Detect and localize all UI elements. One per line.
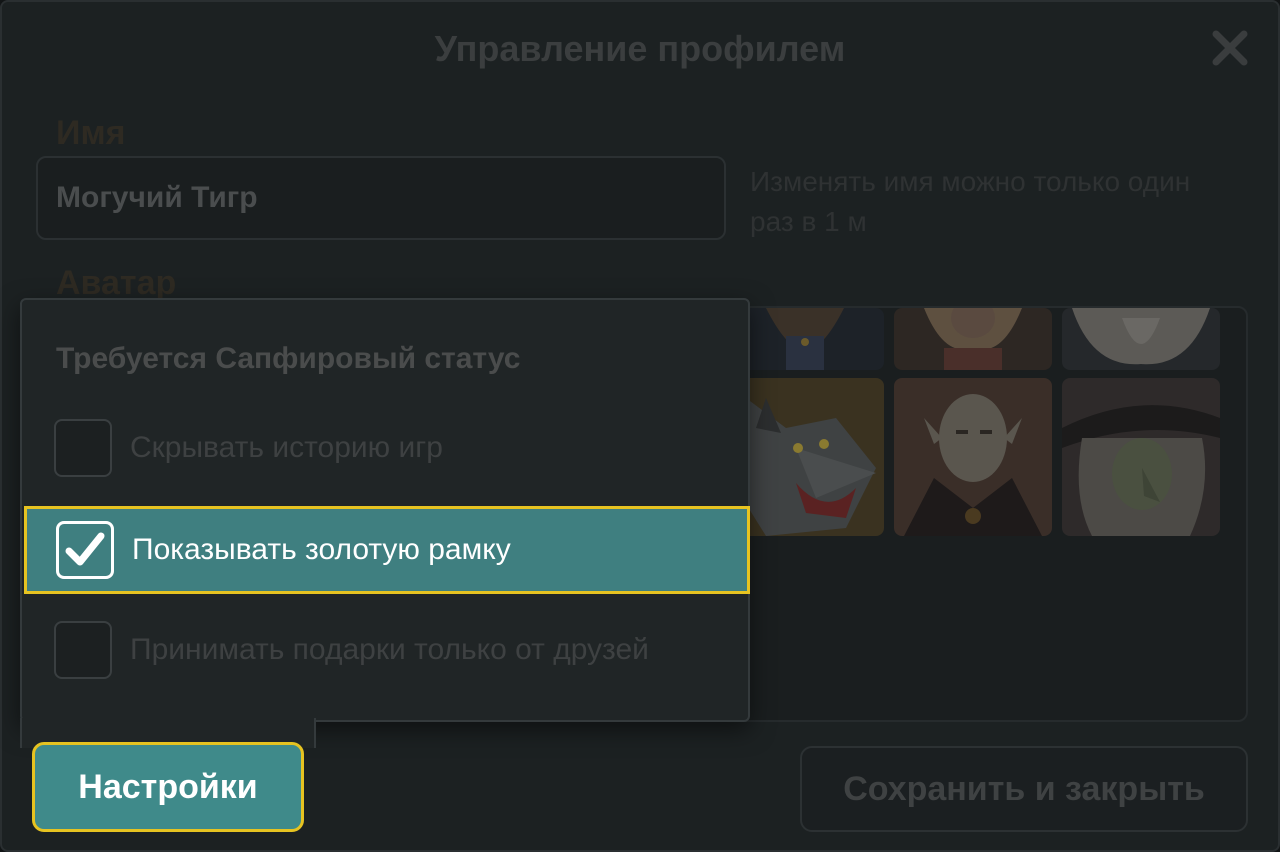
- settings-popup: Требуется Сапфировый статус Скрывать ист…: [20, 298, 750, 722]
- dialog-title: Управление профилем: [434, 28, 846, 69]
- checkbox-gifts-from-friends-only[interactable]: [54, 621, 112, 679]
- checkmark-icon: [65, 532, 105, 566]
- avatar-vampire[interactable]: [894, 378, 1052, 536]
- settings-button[interactable]: Настройки: [32, 742, 304, 832]
- name-input[interactable]: Могучий Тигр: [36, 156, 726, 240]
- save-and-close-button[interactable]: Сохранить и закрыть: [800, 746, 1248, 832]
- name-label: Имя: [56, 114, 126, 152]
- name-value: Могучий Тигр: [56, 181, 258, 214]
- option-label: Показывать золотую рамку: [132, 533, 511, 566]
- option-show-gold-frame[interactable]: Показывать золотую рамку: [24, 506, 750, 594]
- avatar-old-wizard[interactable]: [1062, 308, 1220, 370]
- checkbox-show-gold-frame[interactable]: [56, 521, 114, 579]
- close-icon[interactable]: [1210, 28, 1250, 68]
- option-gifts-from-friends-only[interactable]: Принимать подарки только от друзей: [22, 606, 748, 694]
- checkbox-hide-game-history[interactable]: [54, 419, 112, 477]
- avatar-witch[interactable]: [1062, 378, 1220, 536]
- avatar-woman-blonde[interactable]: [894, 308, 1052, 370]
- option-label: Скрывать историю игр: [130, 431, 443, 464]
- option-hide-game-history[interactable]: Скрывать историю игр: [22, 404, 748, 492]
- name-change-hint: Изменять имя можно только один раз в 1 м: [750, 166, 1191, 237]
- popup-heading: Требуется Сапфировый статус: [56, 342, 521, 375]
- option-label: Принимать подарки только от друзей: [130, 633, 649, 666]
